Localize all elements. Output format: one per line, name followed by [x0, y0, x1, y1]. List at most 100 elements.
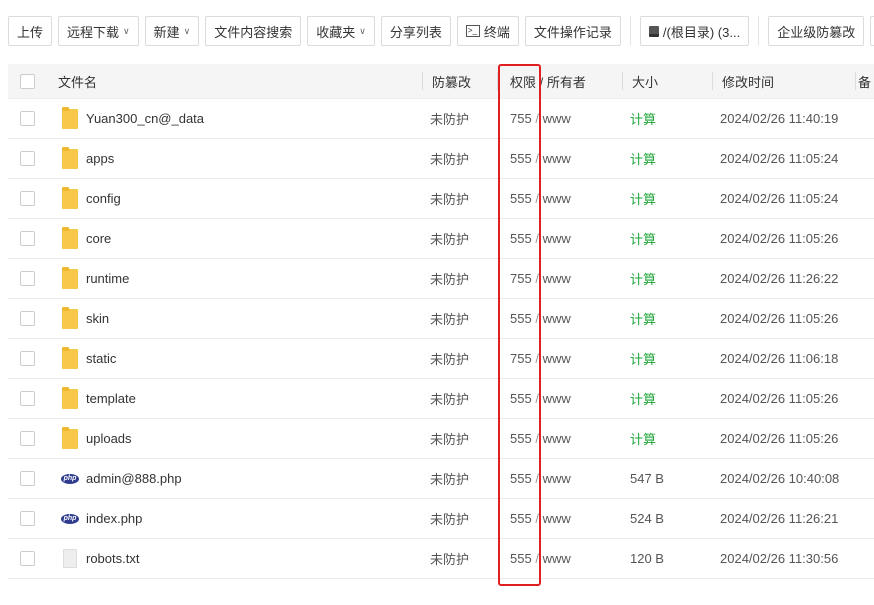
- file-size[interactable]: 计算: [630, 139, 656, 178]
- tamper-status[interactable]: 未防护: [430, 459, 469, 498]
- file-name[interactable]: runtime: [86, 259, 129, 298]
- tamper-status[interactable]: 未防护: [430, 339, 469, 378]
- permission[interactable]: 555: [510, 551, 532, 566]
- owner[interactable]: www: [543, 351, 571, 366]
- table-row[interactable]: apps 未防护 555 / www 计算 2024/02/26 11:05:2…: [8, 139, 874, 179]
- file-name[interactable]: config: [86, 179, 121, 218]
- file-name[interactable]: uploads: [86, 419, 132, 458]
- table-row[interactable]: config 未防护 555 / www 计算 2024/02/26 11:05…: [8, 179, 874, 219]
- table-row[interactable]: robots.txt 未防护 555 / www 120 B 2024/02/2…: [8, 539, 874, 579]
- favorites-button[interactable]: 收藏夹 ∨: [307, 16, 375, 46]
- remote-download-button[interactable]: 远程下载 ∨: [58, 16, 139, 46]
- row-checkbox[interactable]: [20, 151, 35, 166]
- owner[interactable]: www: [543, 431, 571, 446]
- header-size[interactable]: 大小: [632, 64, 658, 98]
- row-checkbox[interactable]: [20, 351, 35, 366]
- file-size[interactable]: 计算: [630, 299, 656, 338]
- select-all-checkbox[interactable]: [20, 73, 35, 89]
- content-search-button[interactable]: 文件内容搜索: [205, 16, 302, 46]
- table-row[interactable]: Yuan300_cn@_data 未防护 755 / www 计算 2024/0…: [8, 99, 874, 139]
- tamper-status[interactable]: 未防护: [430, 539, 469, 578]
- row-checkbox[interactable]: [20, 231, 35, 246]
- tamper-status[interactable]: 未防护: [430, 139, 469, 178]
- folder-icon: [62, 186, 78, 209]
- table-row[interactable]: php index.php 未防护 555 / www 524 B 2024/0…: [8, 499, 874, 539]
- table-row[interactable]: core 未防护 555 / www 计算 2024/02/26 11:05:2…: [8, 219, 874, 259]
- permission[interactable]: 755: [510, 351, 532, 366]
- file-size[interactable]: 计算: [630, 379, 656, 418]
- row-checkbox[interactable]: [20, 271, 35, 286]
- permission[interactable]: 555: [510, 431, 532, 446]
- table-row[interactable]: static 未防护 755 / www 计算 2024/02/26 11:06…: [8, 339, 874, 379]
- divider: [497, 72, 498, 90]
- permission[interactable]: 555: [510, 231, 532, 246]
- table-row[interactable]: skin 未防护 555 / www 计算 2024/02/26 11:05:2…: [8, 299, 874, 339]
- operation-log-button[interactable]: 文件操作记录: [524, 16, 621, 46]
- permission[interactable]: 555: [510, 511, 532, 526]
- terminal-icon: >_: [465, 25, 480, 37]
- tamper-status[interactable]: 未防护: [430, 499, 469, 538]
- file-name[interactable]: static: [86, 339, 116, 378]
- permission[interactable]: 555: [510, 311, 532, 326]
- file-name[interactable]: admin@888.php: [86, 459, 182, 498]
- row-checkbox[interactable]: [20, 191, 35, 206]
- header-mtime[interactable]: 修改时间: [722, 64, 774, 98]
- new-button[interactable]: 新建 ∨: [144, 16, 200, 46]
- share-list-button[interactable]: 分享列表: [380, 16, 451, 46]
- table-row[interactable]: uploads 未防护 555 / www 计算 2024/02/26 11:0…: [8, 419, 874, 459]
- terminal-button[interactable]: >_ 终端: [456, 16, 519, 46]
- file-name[interactable]: apps: [86, 139, 114, 178]
- tamper-status[interactable]: 未防护: [430, 259, 469, 298]
- file-name[interactable]: Yuan300_cn@_data: [86, 99, 204, 138]
- permission[interactable]: 555: [510, 151, 532, 166]
- tamper-status[interactable]: 未防护: [430, 379, 469, 418]
- tamper-status[interactable]: 未防护: [430, 419, 469, 458]
- file-size[interactable]: 计算: [630, 419, 656, 458]
- table-row[interactable]: template 未防护 555 / www 计算 2024/02/26 11:…: [8, 379, 874, 419]
- more-button[interactable]: 文件: [870, 16, 874, 46]
- tamper-status[interactable]: 未防护: [430, 219, 469, 258]
- row-checkbox[interactable]: [20, 511, 35, 526]
- row-checkbox[interactable]: [20, 471, 35, 486]
- row-checkbox[interactable]: [20, 311, 35, 326]
- file-name[interactable]: index.php: [86, 499, 142, 538]
- tamper-status[interactable]: 未防护: [430, 179, 469, 218]
- permission[interactable]: 555: [510, 391, 532, 406]
- file-name[interactable]: skin: [86, 299, 109, 338]
- upload-button[interactable]: 上传: [8, 16, 53, 46]
- owner[interactable]: www: [543, 111, 571, 126]
- permission[interactable]: 755: [510, 271, 532, 286]
- owner[interactable]: www: [543, 511, 571, 526]
- row-checkbox[interactable]: [20, 391, 35, 406]
- tamper-protection-button[interactable]: 企业级防篡改: [768, 16, 865, 46]
- table-row[interactable]: php admin@888.php 未防护 555 / www 547 B 20…: [8, 459, 874, 499]
- owner[interactable]: www: [543, 231, 571, 246]
- file-size[interactable]: 计算: [630, 219, 656, 258]
- owner[interactable]: www: [543, 271, 571, 286]
- owner[interactable]: www: [543, 151, 571, 166]
- row-checkbox[interactable]: [20, 551, 35, 566]
- file-size[interactable]: 计算: [630, 179, 656, 218]
- file-name[interactable]: core: [86, 219, 111, 258]
- owner[interactable]: www: [543, 311, 571, 326]
- row-checkbox[interactable]: [20, 431, 35, 446]
- file-size[interactable]: 计算: [630, 99, 656, 138]
- file-size[interactable]: 计算: [630, 339, 656, 378]
- file-name[interactable]: robots.txt: [86, 539, 139, 578]
- tamper-status[interactable]: 未防护: [430, 299, 469, 338]
- owner[interactable]: www: [543, 191, 571, 206]
- table-row[interactable]: runtime 未防护 755 / www 计算 2024/02/26 11:2…: [8, 259, 874, 299]
- permission[interactable]: 755: [510, 111, 532, 126]
- row-checkbox[interactable]: [20, 111, 35, 126]
- permission[interactable]: 555: [510, 191, 532, 206]
- label: 收藏夹: [316, 24, 356, 40]
- owner[interactable]: www: [543, 551, 571, 566]
- file-name[interactable]: template: [86, 379, 136, 418]
- owner[interactable]: www: [543, 471, 571, 486]
- owner[interactable]: www: [543, 391, 571, 406]
- permission[interactable]: 555: [510, 471, 532, 486]
- tamper-status[interactable]: 未防护: [430, 99, 469, 138]
- disk-button[interactable]: /(根目录) (3...: [639, 16, 750, 46]
- file-size[interactable]: 计算: [630, 259, 656, 298]
- header-name[interactable]: 文件名: [58, 64, 97, 98]
